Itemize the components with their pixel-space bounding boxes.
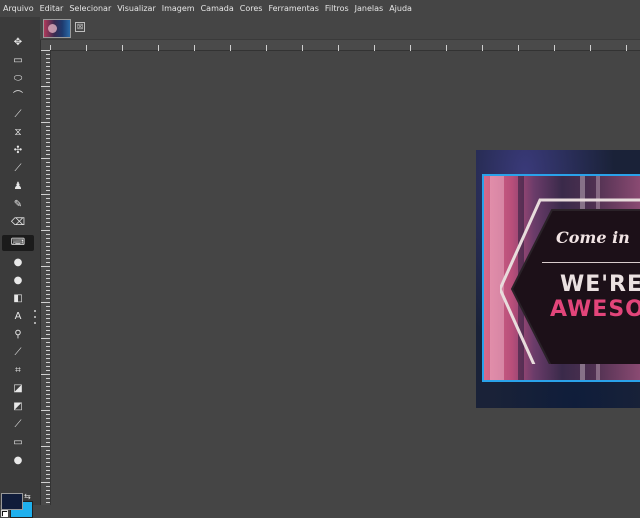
toolbox-grip[interactable] — [34, 310, 37, 324]
close-tab-icon[interactable]: ⊠ — [75, 22, 85, 32]
unified-transform-icon: ⧖ — [14, 127, 22, 138]
menu-selecionar[interactable]: Selecionar — [66, 0, 114, 17]
horizontal-ruler[interactable] — [50, 40, 640, 55]
bucket-fill-tool[interactable]: ◧ — [2, 291, 34, 307]
menu-janelas[interactable]: Janelas — [352, 0, 387, 17]
paint-select-tool[interactable]: ◪ — [2, 381, 34, 397]
move-icon: ✥ — [13, 37, 23, 48]
fill-icon: ◩ — [13, 401, 23, 412]
zoom-tool[interactable]: ⚲ — [2, 327, 34, 343]
blur-tool[interactable]: ● — [2, 255, 34, 271]
menu-ferramentas[interactable]: Ferramentas — [265, 0, 321, 17]
layer-boundary — [482, 174, 640, 382]
ruler-corner[interactable] — [41, 40, 50, 50]
text-tool-active[interactable]: ⌨ — [2, 235, 34, 251]
magic-wand-icon: ⟋ — [14, 109, 22, 120]
foreground-color-swatch[interactable] — [1, 493, 23, 510]
text-tool[interactable]: A — [2, 309, 34, 325]
image-tab-thumbnail[interactable] — [43, 19, 71, 38]
move-tool[interactable]: ✥ — [2, 35, 34, 51]
menubar: Arquivo Editar Selecionar Visualizar Imagem C… — [0, 0, 640, 17]
ellipse-select-icon: ⬭ — [13, 73, 23, 84]
dodge-burn-icon: ● — [13, 275, 23, 286]
dodge-tool[interactable]: ● — [2, 273, 34, 289]
keyboard-icon: ⌨ — [10, 237, 26, 248]
toolbox: ✥ ▭ ⬭ ⌒ ⟋ ⧖ ✣ ⟋ ♟ ✎ ⌫ ⌨ ● ● ◧ A ⚲ ⟋ ⌗ ◪ ◩ ⟋ ▭ ● ⇆ — [0, 17, 41, 518]
bucket-fill-icon: ◧ — [13, 293, 23, 304]
pencil-tool[interactable]: ✎ — [2, 197, 34, 213]
menu-imagem[interactable]: Imagem — [159, 0, 198, 17]
paintbrush-tool[interactable]: ⟋ — [2, 161, 34, 177]
lasso-icon: ⌒ — [13, 91, 23, 102]
color-picker-tool[interactable]: ⟋ — [2, 345, 34, 361]
drop-icon: ● — [13, 257, 23, 268]
menu-visualizar[interactable]: Visualizar — [114, 0, 159, 17]
smudge-tool[interactable]: ⟋ — [2, 417, 34, 433]
eraser-icon: ⌫ — [10, 217, 26, 228]
clone-tool[interactable]: ♟ — [2, 179, 34, 195]
rect-select-tool[interactable]: ▭ — [2, 53, 34, 69]
gradient-fill-tool[interactable]: ◩ — [2, 399, 34, 415]
menu-camada[interactable]: Camada — [198, 0, 237, 17]
speech-icon: ● — [13, 455, 23, 466]
paintbrush-icon: ⟋ — [14, 163, 22, 174]
smudge-icon: ⟋ — [14, 419, 22, 430]
warp-tool[interactable]: ✣ — [2, 143, 34, 159]
menu-editar[interactable]: Editar — [37, 0, 67, 17]
zoom-icon: ⚲ — [14, 329, 22, 340]
warp-transform-icon: ✣ — [13, 145, 23, 156]
swap-colors-icon[interactable]: ⇆ — [24, 493, 31, 501]
crop-tool[interactable]: ⌗ — [2, 363, 34, 379]
fuzzy-select-tool[interactable]: ⟋ — [2, 107, 34, 123]
align-icon: ▭ — [13, 437, 23, 448]
paint-select-icon: ◪ — [13, 383, 23, 394]
transform-tool[interactable]: ⧖ — [2, 125, 34, 141]
vertical-ruler[interactable] — [41, 50, 51, 505]
eyedropper-icon: ⟋ — [14, 347, 22, 358]
menu-arquivo[interactable]: Arquivo — [0, 0, 37, 17]
pencil-icon: ✎ — [13, 199, 23, 210]
menu-filtros[interactable]: Filtros — [322, 0, 352, 17]
clone-stamp-icon: ♟ — [13, 181, 23, 192]
menu-ajuda[interactable]: Ajuda — [386, 0, 415, 17]
eraser-tool[interactable]: ⌫ — [2, 215, 34, 231]
free-select-tool[interactable]: ⌒ — [2, 89, 34, 105]
align-tool[interactable]: ▭ — [2, 435, 34, 451]
text-icon: A — [14, 311, 22, 322]
image-tab-bar: ⊠ — [40, 17, 640, 40]
rectangle-select-icon: ▭ — [13, 55, 23, 66]
crop-icon: ⌗ — [15, 365, 21, 376]
speech-tool[interactable]: ● — [2, 453, 34, 469]
reset-colors-icon[interactable] — [1, 510, 8, 517]
ellipse-select-tool[interactable]: ⬭ — [2, 71, 34, 87]
menu-cores[interactable]: Cores — [237, 0, 266, 17]
